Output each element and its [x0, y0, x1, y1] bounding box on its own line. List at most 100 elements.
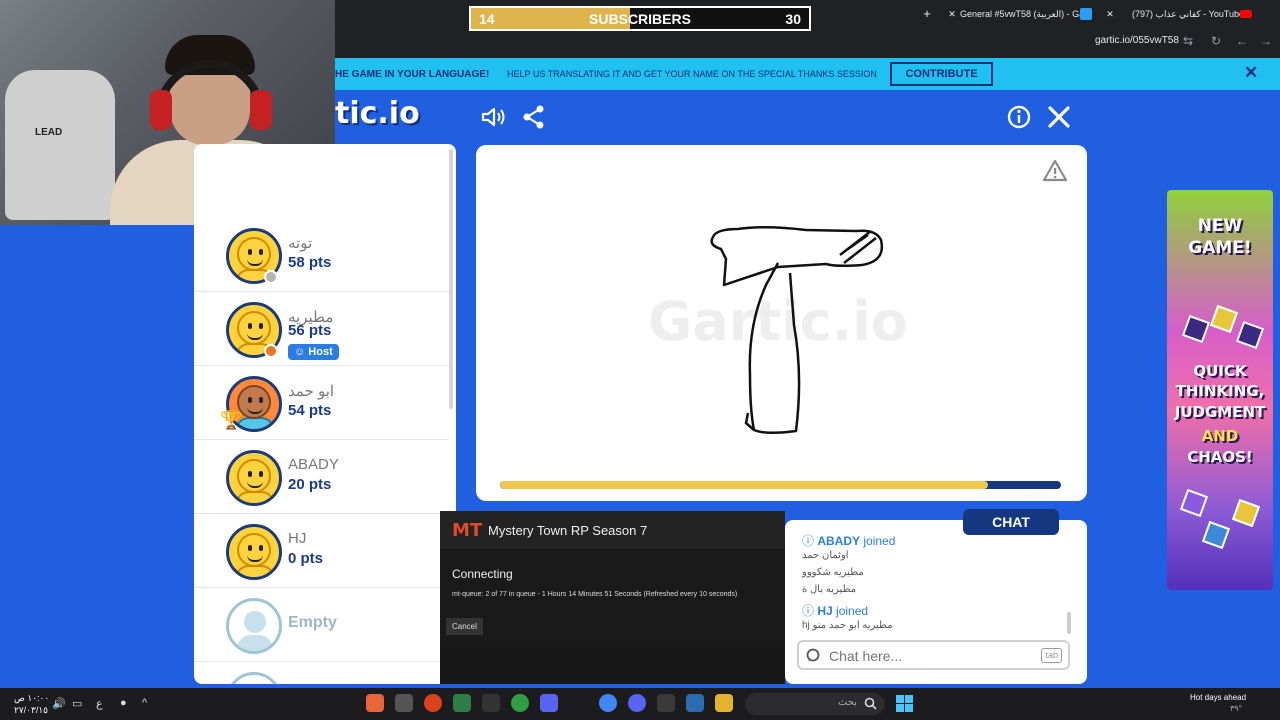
avatar-empty: [226, 598, 282, 654]
player-row[interactable]: ABADY 20 pts: [194, 440, 449, 514]
info-icon[interactable]: [1006, 104, 1032, 130]
app-icon[interactable]: [366, 694, 384, 712]
banner-close-icon[interactable]: ✕: [1244, 63, 1258, 83]
player-points: 20 pts: [288, 476, 332, 493]
taskbar-search[interactable]: بحث: [745, 693, 885, 715]
share-icon[interactable]: [521, 104, 547, 130]
chat-join-message: ⓘ HJ joined: [802, 604, 869, 618]
tray-chevron-icon[interactable]: ^: [142, 697, 147, 709]
taskbar-date[interactable]: ٢٧/٠٣/١٥: [14, 705, 48, 716]
chat-input-box[interactable]: tab: [797, 640, 1070, 670]
back-icon[interactable]: ←: [1236, 34, 1248, 48]
avatar: [226, 450, 282, 506]
contribute-button[interactable]: CONTRIBUTE: [890, 62, 993, 86]
drawing-board[interactable]: Gartic.io: [476, 145, 1087, 501]
chat-tab[interactable]: CHAT: [963, 509, 1059, 535]
queue-server-title: Mystery Town RP Season 7: [488, 523, 648, 538]
player-name: توته: [288, 235, 313, 252]
close-tab-icon[interactable]: ✕: [1104, 4, 1116, 24]
drawing-canvas[interactable]: [476, 145, 1087, 501]
status-dot: [264, 344, 278, 358]
microphone-icon[interactable]: ●: [120, 697, 127, 709]
avatar: [226, 524, 282, 580]
ad-text: JUDGMENT: [1174, 403, 1266, 421]
player-row[interactable]: توته 58 pts: [194, 218, 449, 292]
player-points: 0 pts: [288, 550, 324, 567]
weather-text[interactable]: Hot days ahead: [1190, 693, 1246, 702]
subscriber-label: SUBSCRIBERS: [589, 11, 691, 27]
chat-message: مطيريه شكووو: [802, 567, 864, 578]
ad-text: GAME!: [1188, 238, 1252, 258]
gartic-logo: tic.io: [335, 96, 420, 131]
network-icon[interactable]: ▭: [72, 697, 82, 710]
player-row[interactable]: مطيريه 56 pts ☺ Host: [194, 292, 449, 366]
discord-icon[interactable]: [628, 694, 646, 712]
advertisement-banner[interactable]: NEW GAME! QUICK THINKING, JUDGMENT AND C…: [1167, 190, 1273, 590]
new-tab-button[interactable]: +: [920, 4, 934, 24]
queue-popup-header: MT Mystery Town RP Season 7: [440, 511, 785, 549]
chat-message: مطيريه بال ة: [802, 584, 857, 595]
player-row[interactable]: 🏆 ابو حمد 54 pts: [194, 366, 449, 440]
taskbar-search-placeholder: بحث: [837, 697, 857, 708]
queue-position: mt-queue: 2 of 77 in queue - 1 Hours 14 …: [452, 591, 738, 598]
banner-text: HELP US TRANSLATING IT AND GET YOUR NAME…: [507, 69, 877, 79]
queue-popup: MT Mystery Town RP Season 7 Connecting m…: [440, 511, 785, 684]
youtube-favicon-icon: [1240, 10, 1252, 18]
folder-icon[interactable]: [715, 694, 733, 712]
player-row-empty: [194, 662, 449, 684]
avatar-empty: [226, 672, 282, 684]
store-icon[interactable]: [657, 694, 675, 712]
address-bar[interactable]: gartic.io/055vwT58: [1095, 35, 1179, 46]
round-timer-bar: [500, 481, 1061, 489]
close-tab-icon[interactable]: ✕: [946, 4, 958, 24]
status-dot: [264, 270, 278, 284]
subscriber-goal-bar: 14 SUBSCRIBERS 30: [469, 6, 811, 31]
ad-text: CHAOS!: [1187, 448, 1253, 466]
search-icon: [864, 697, 877, 710]
chat-input[interactable]: [829, 646, 1029, 666]
banner-headline: HE GAME IN YOUR LANGUAGE!: [335, 69, 490, 80]
player-row[interactable]: HJ 0 pts: [194, 514, 449, 588]
app-icon[interactable]: [686, 694, 704, 712]
volume-icon[interactable]: [480, 104, 506, 130]
taskbar-time[interactable]: ١٠:٠٠ ص: [14, 693, 49, 704]
chat-bubble-icon: [806, 648, 820, 662]
player-name: HJ: [288, 530, 307, 547]
reload-icon[interactable]: ↻: [1211, 34, 1221, 48]
mt-logo: MT: [452, 520, 483, 541]
language-indicator[interactable]: ع: [96, 697, 103, 710]
excel-icon[interactable]: [453, 694, 471, 712]
xbox-icon[interactable]: [511, 694, 529, 712]
chat-user: ABADY: [817, 534, 861, 548]
app-icon[interactable]: [395, 694, 413, 712]
host-badge: ☺ Host: [288, 344, 339, 360]
chat-join-message: ⓘ ABADY joined: [802, 534, 896, 548]
gartic-favicon-icon: [1080, 8, 1092, 20]
app-icon[interactable]: [482, 694, 500, 712]
windows-start-icon[interactable]: [896, 695, 913, 712]
players-panel: توته 58 pts مطيريه 56 pts ☺ Host 🏆 ابو ح…: [194, 144, 456, 684]
speaker-icon[interactable]: 🔊: [52, 697, 66, 710]
tab-gartic[interactable]: General #5vwT58 (العربية) - Gar: [960, 4, 1090, 24]
tab-bar: + ✕ General #5vwT58 (العربية) - Gar ✕ (7…: [910, 0, 1280, 28]
ad-text: NEW: [1197, 216, 1243, 236]
forward-icon[interactable]: →: [1260, 34, 1272, 48]
chrome-icon[interactable]: [599, 694, 617, 712]
tab-key-hint: tab: [1041, 648, 1062, 663]
tab-youtube[interactable]: (797) كفاني عذاب - YouTube: [1132, 4, 1242, 24]
chat-scrollbar[interactable]: [1067, 612, 1071, 634]
cancel-button[interactable]: Cancel: [446, 618, 483, 635]
chat-panel: ⓘ ABADY joined اوثمان حمد مطيريه شكووو م…: [785, 520, 1087, 684]
app-icon[interactable]: [424, 694, 442, 712]
chat-join-text: joined: [863, 534, 896, 548]
ad-text: THINKING,: [1175, 382, 1265, 400]
translation-banner: HE GAME IN YOUR LANGUAGE! HELP US TRANSL…: [335, 58, 1280, 90]
chat-message: hj مطيريه ابو حمد منو: [802, 620, 893, 631]
ad-text: AND: [1201, 427, 1239, 445]
players-scrollbar[interactable]: [449, 149, 453, 409]
site-settings-icon[interactable]: ⇆: [1183, 34, 1193, 48]
report-warning-icon[interactable]: [1042, 158, 1068, 184]
game-icon[interactable]: [540, 694, 558, 712]
close-icon[interactable]: [1046, 104, 1072, 130]
player-row-empty: Empty: [194, 588, 449, 662]
